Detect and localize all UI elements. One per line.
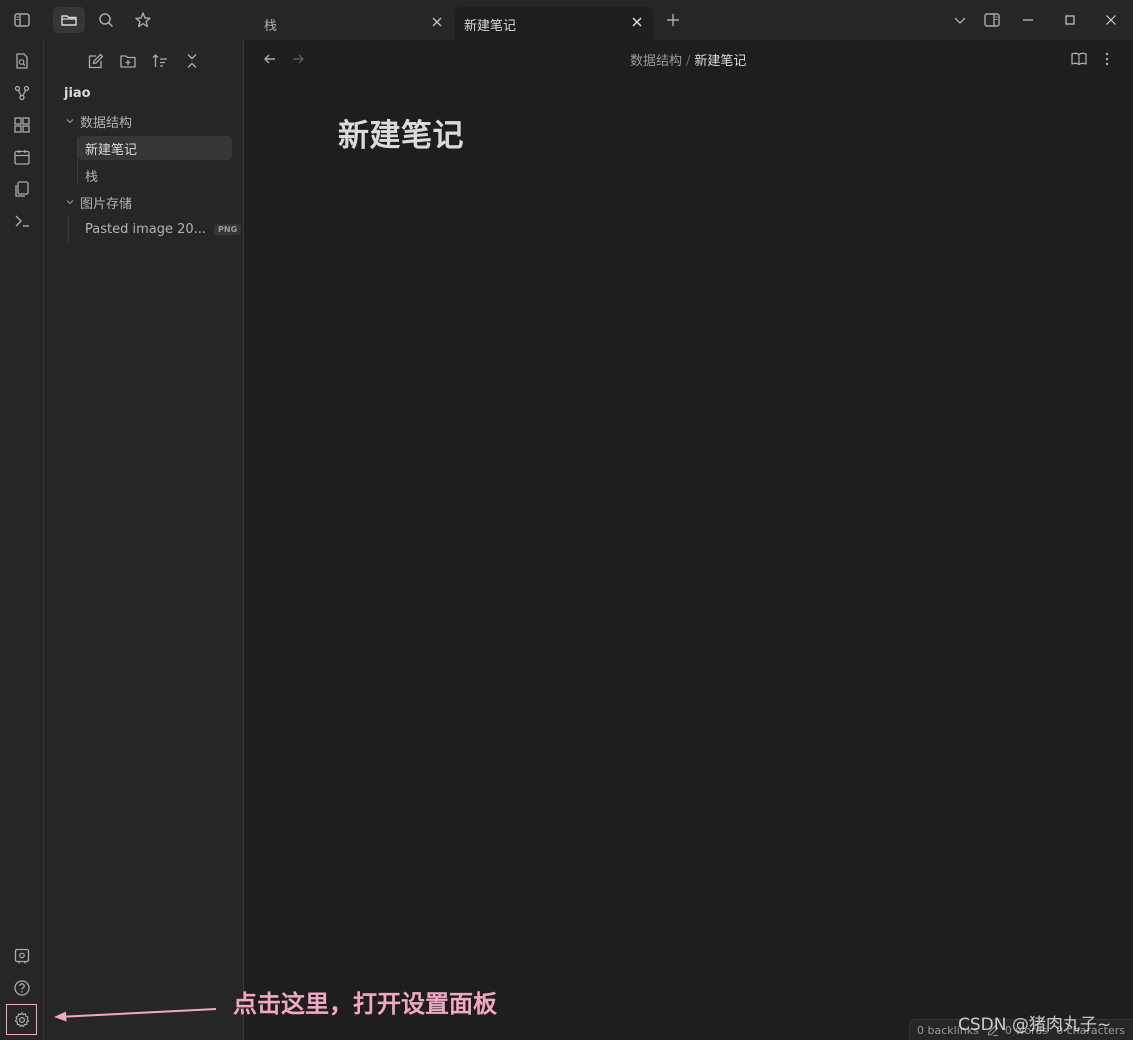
file-new-note[interactable]: 新建笔记 xyxy=(78,136,232,160)
daily-notes-icon xyxy=(14,150,30,165)
folder-icon xyxy=(61,15,77,26)
close-icon xyxy=(432,17,442,27)
reading-view-button[interactable] xyxy=(1070,50,1088,68)
tree-item-label: 栈 xyxy=(85,169,99,185)
vault-switch-icon xyxy=(14,948,30,964)
file-explorer: jiao 数据结构 新建笔记 栈 图片存储 Pasted image 20...… xyxy=(44,40,244,1040)
help-button[interactable] xyxy=(11,977,33,999)
maximize-icon xyxy=(1065,15,1075,25)
tree-item-label: 图片存储 xyxy=(80,196,133,212)
breadcrumb-folder[interactable]: 数据结构 xyxy=(630,54,682,69)
search-icon xyxy=(99,13,114,28)
file-pasted-image[interactable]: Pasted image 20... PNG xyxy=(78,217,242,241)
vault-switch-button[interactable] xyxy=(11,945,33,967)
more-options-button[interactable] xyxy=(1098,50,1116,68)
folder-image-storage[interactable]: 图片存储 xyxy=(63,190,233,214)
command-palette-button[interactable] xyxy=(11,210,33,232)
file-extension-badge: PNG xyxy=(214,223,242,235)
ribbon xyxy=(0,40,44,1040)
new-tab-icon xyxy=(667,14,679,26)
chevron-down-icon xyxy=(63,114,77,128)
tab-new-note[interactable]: 新建笔记 xyxy=(455,7,653,40)
vault-name: jiao xyxy=(64,86,91,101)
annotation-text: 点击这里，打开设置面板 xyxy=(233,990,497,1018)
sort-button[interactable] xyxy=(149,50,171,72)
star-icon xyxy=(135,12,151,28)
close-icon xyxy=(632,17,642,27)
tab-title: 新建笔记 xyxy=(464,19,517,34)
editor-pane: 数据结构 / 新建笔记 新建笔记 xyxy=(244,40,1133,1040)
collapse-all-button[interactable] xyxy=(181,50,203,72)
tree-item-label: 数据结构 xyxy=(80,115,133,131)
minimize-button[interactable] xyxy=(1016,8,1040,32)
settings-highlight-box xyxy=(6,1004,37,1035)
maximize-button[interactable] xyxy=(1058,8,1082,32)
canvas-icon xyxy=(14,117,30,133)
sidebar-toggle-icon xyxy=(14,13,30,27)
right-sidebar-icon xyxy=(984,13,1000,27)
right-sidebar-toggle-button[interactable] xyxy=(980,8,1004,32)
arrow-left-icon xyxy=(264,54,275,64)
breadcrumb: 数据结构 / 新建笔记 xyxy=(630,50,746,69)
title-bar: 栈 新建笔记 xyxy=(0,0,1133,40)
files-tab-button[interactable] xyxy=(53,7,85,33)
templates-icon xyxy=(15,181,29,197)
tab-close-button[interactable] xyxy=(429,14,445,30)
tab-list-icon xyxy=(954,17,966,24)
tab-title: 栈 xyxy=(264,19,278,34)
tab-stack[interactable]: 栈 xyxy=(255,7,453,40)
navigate-forward-button[interactable] xyxy=(289,50,307,68)
folder-data-structures[interactable]: 数据结构 xyxy=(63,109,233,133)
navigate-back-button[interactable] xyxy=(261,50,279,68)
tree-item-label: 新建笔记 xyxy=(85,142,138,158)
book-open-icon xyxy=(1071,52,1087,66)
new-tab-button[interactable] xyxy=(661,8,685,32)
graph-view-button[interactable] xyxy=(11,82,33,104)
annotation-arrow-icon xyxy=(54,1008,217,1022)
left-sidebar-toggle-button[interactable] xyxy=(6,7,38,33)
graph-view-icon xyxy=(14,85,30,101)
bookmarks-tab-button[interactable] xyxy=(127,7,159,33)
more-vertical-icon xyxy=(1105,52,1109,66)
help-icon xyxy=(14,980,30,996)
chevron-down-icon xyxy=(63,195,77,209)
daily-notes-button[interactable] xyxy=(11,146,33,168)
breadcrumb-separator: / xyxy=(686,54,691,69)
close-icon xyxy=(1106,15,1116,25)
tree-item-label: Pasted image 20... xyxy=(85,221,207,237)
watermark: CSDN @猪肉丸子~ xyxy=(958,1015,1112,1035)
sort-icon xyxy=(152,54,167,67)
canvas-button[interactable] xyxy=(11,114,33,136)
tab-close-button[interactable] xyxy=(629,14,645,30)
breadcrumb-current[interactable]: 新建笔记 xyxy=(694,54,746,69)
new-note-button[interactable] xyxy=(85,50,107,72)
new-folder-button[interactable] xyxy=(117,50,139,72)
collapse-all-icon xyxy=(187,54,197,68)
minimize-icon xyxy=(1023,19,1033,21)
tree-indent-guide xyxy=(68,216,69,242)
new-note-icon xyxy=(88,53,104,69)
file-stack[interactable]: 栈 xyxy=(78,163,232,187)
command-palette-icon xyxy=(15,215,29,227)
templates-button[interactable] xyxy=(11,178,33,200)
search-tab-button[interactable] xyxy=(90,7,122,33)
new-folder-icon xyxy=(120,55,136,68)
arrow-right-icon xyxy=(293,54,304,64)
open-quick-switcher-icon xyxy=(16,53,28,69)
tab-list-button[interactable] xyxy=(948,8,972,32)
quick-switcher-button[interactable] xyxy=(11,50,33,72)
window-close-button[interactable] xyxy=(1099,8,1123,32)
note-title[interactable]: 新建笔记 xyxy=(338,110,464,155)
